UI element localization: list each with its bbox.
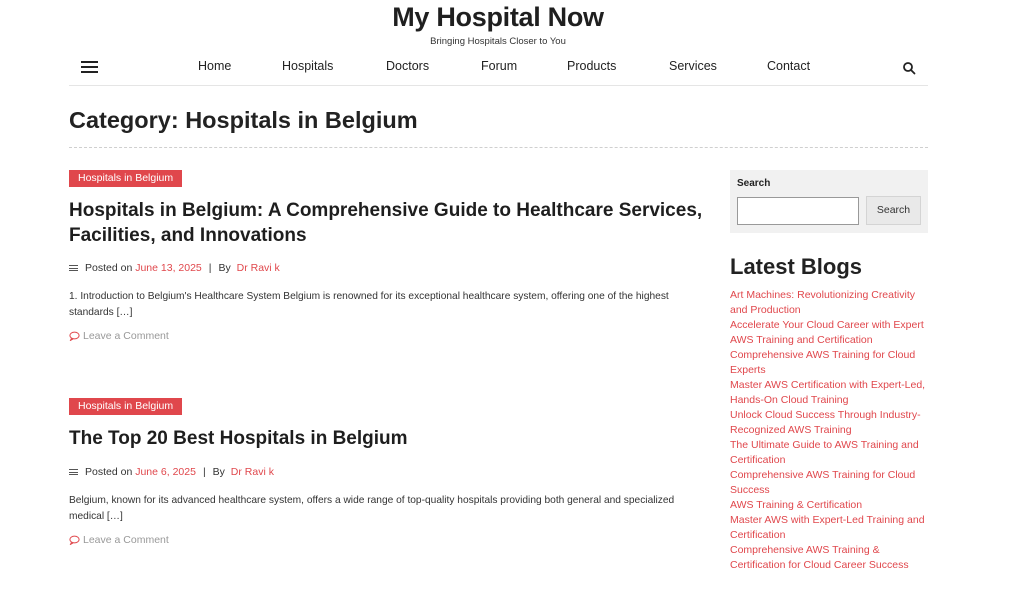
latest-blog-link[interactable]: The Ultimate Guide to AWS Training and C… — [730, 438, 930, 468]
latest-blog-link[interactable]: Comprehensive AWS Training for Cloud Exp… — [730, 348, 930, 378]
post-author[interactable]: Dr Ravi k — [237, 262, 280, 274]
site-title[interactable]: My Hospital Now — [0, 2, 996, 33]
search-icon[interactable] — [902, 61, 916, 75]
post-title[interactable]: The Top 20 Best Hospitals in Belgium — [69, 426, 709, 451]
nav-contact[interactable]: Contact — [767, 59, 810, 73]
latest-blog-link[interactable]: Master AWS Certification with Expert-Led… — [730, 378, 930, 408]
post-meta: Posted on June 6, 2025 | By Dr Ravi k — [69, 466, 274, 478]
latest-blog-link[interactable]: Unlock Cloud Success Through Industry-Re… — [730, 408, 930, 438]
nav-doctors[interactable]: Doctors — [386, 59, 429, 73]
comment-icon — [69, 535, 80, 545]
heading-divider — [69, 147, 928, 148]
by-label: By — [212, 466, 225, 478]
nav-services[interactable]: Services — [669, 59, 717, 73]
page-title: Category: Hospitals in Belgium — [69, 107, 418, 133]
latest-blog-link[interactable]: Comprehensive AWS Training for Cloud Suc… — [730, 468, 930, 498]
site-tagline: Bringing Hospitals Closer to You — [430, 36, 566, 47]
latest-blog-link[interactable]: Accelerate Your Cloud Career with Expert… — [730, 318, 930, 348]
posted-label: Posted on — [85, 466, 133, 478]
main-navigation: Home Hospitals Doctors Forum Products Se… — [69, 50, 928, 86]
category-badge[interactable]: Hospitals in Belgium — [69, 170, 183, 187]
post-meta: Posted on June 13, 2025 | By Dr Ravi k — [69, 262, 280, 274]
latest-blogs-list: Art Machines: Revolutionizing Creativity… — [730, 288, 930, 573]
comment-label[interactable]: Leave a Comment — [83, 330, 169, 342]
nav-home[interactable]: Home — [198, 59, 231, 73]
latest-blog-link[interactable]: AWS Training & Certification — [730, 498, 930, 513]
by-label: By — [218, 262, 231, 274]
leave-comment-link[interactable]: Leave a Comment — [69, 534, 169, 546]
post-title[interactable]: Hospitals in Belgium: A Comprehensive Gu… — [69, 198, 709, 248]
search-button[interactable]: Search — [866, 196, 921, 225]
latest-blog-link[interactable]: Comprehensive AWS Training & Certificati… — [730, 543, 930, 573]
leave-comment-link[interactable]: Leave a Comment — [69, 330, 169, 342]
post-excerpt: 1. Introduction to Belgium's Healthcare … — [69, 291, 669, 318]
post-date[interactable]: June 13, 2025 — [135, 262, 202, 274]
meta-list-icon — [69, 264, 78, 273]
nav-forum[interactable]: Forum — [481, 59, 517, 73]
meta-separator: | — [202, 466, 206, 478]
latest-blog-link[interactable]: Master AWS with Expert-Led Training and … — [730, 513, 930, 543]
meta-separator: | — [208, 262, 212, 274]
category-badge[interactable]: Hospitals in Belgium — [69, 398, 183, 415]
comment-icon — [69, 331, 80, 341]
nav-products[interactable]: Products — [567, 59, 616, 73]
hamburger-menu-icon[interactable] — [81, 61, 98, 74]
meta-list-icon — [69, 468, 78, 477]
latest-blog-link[interactable]: Art Machines: Revolutionizing Creativity… — [730, 288, 930, 318]
posted-label: Posted on — [85, 262, 133, 274]
search-widget: Search Search — [730, 170, 928, 233]
post-excerpt: Belgium, known for its advanced healthca… — [69, 495, 675, 522]
post-date[interactable]: June 6, 2025 — [135, 466, 196, 478]
comment-label[interactable]: Leave a Comment — [83, 534, 169, 546]
search-label: Search — [737, 178, 771, 189]
latest-blogs-heading: Latest Blogs — [730, 254, 863, 279]
post-author[interactable]: Dr Ravi k — [231, 466, 274, 478]
nav-hospitals[interactable]: Hospitals — [282, 59, 333, 73]
search-input[interactable] — [737, 197, 859, 225]
